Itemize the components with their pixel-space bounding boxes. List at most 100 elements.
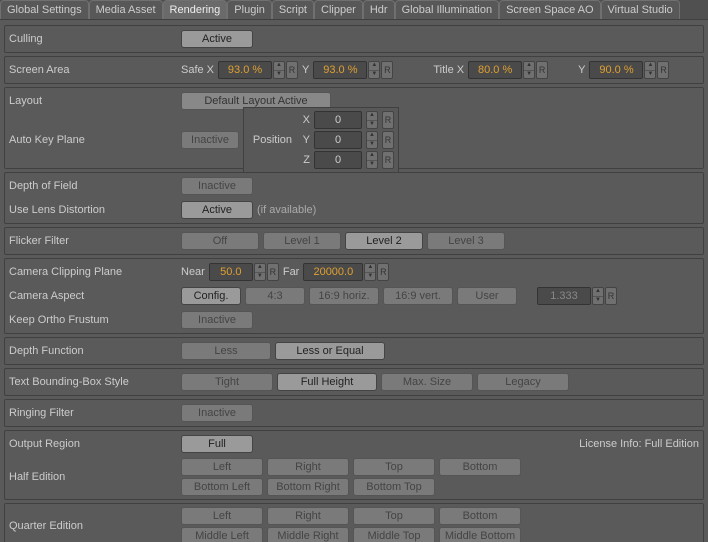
tab-clipper[interactable]: Clipper — [314, 0, 363, 19]
title-x-reset[interactable]: R — [536, 61, 548, 79]
q-top[interactable]: Top — [353, 507, 435, 525]
title-x-spinner[interactable]: ▲▼ — [523, 61, 535, 79]
pos-z-input[interactable]: 0 — [314, 151, 362, 169]
flicker-off[interactable]: Off — [181, 232, 259, 250]
q-mt[interactable]: Middle Top — [353, 527, 435, 542]
safe-y-reset[interactable]: R — [381, 61, 393, 79]
depth-less[interactable]: Less — [181, 342, 271, 360]
lens-dist-note: (if available) — [257, 204, 316, 216]
safe-x-spinner[interactable]: ▲▼ — [273, 61, 285, 79]
up-icon[interactable]: ▲ — [274, 62, 284, 71]
pos-y-reset[interactable]: R — [382, 131, 394, 149]
half-top[interactable]: Top — [353, 458, 435, 476]
near-input[interactable]: 50.0 — [209, 263, 253, 281]
safe-y-spinner[interactable]: ▲▼ — [368, 61, 380, 79]
aspect-spinner[interactable]: ▲▼ — [592, 287, 604, 305]
flicker-l3[interactable]: Level 3 — [427, 232, 505, 250]
title-y-input[interactable]: 90.0 % — [589, 61, 643, 79]
aspect-config[interactable]: Config. — [181, 287, 241, 305]
tab-global-settings[interactable]: Global Settings — [0, 0, 89, 19]
tab-media-asset[interactable]: Media Asset — [89, 0, 163, 19]
pos-z-spinner[interactable]: ▲▼ — [366, 151, 378, 169]
down-icon[interactable]: ▼ — [367, 141, 377, 149]
half-bl[interactable]: Bottom Left — [181, 478, 263, 496]
up-icon[interactable]: ▲ — [367, 112, 377, 121]
title-y-label: Y — [578, 64, 585, 76]
pos-x-reset[interactable]: R — [382, 111, 394, 129]
tab-virtual-studio[interactable]: Virtual Studio — [601, 0, 680, 19]
up-icon[interactable]: ▲ — [369, 62, 379, 71]
down-icon[interactable]: ▼ — [365, 273, 375, 281]
textbb-tight[interactable]: Tight — [181, 373, 273, 391]
flicker-l2[interactable]: Level 2 — [345, 232, 423, 250]
far-input[interactable]: 20000.0 — [303, 263, 363, 281]
autokey-state[interactable]: Inactive — [181, 131, 239, 149]
flicker-l1[interactable]: Level 1 — [263, 232, 341, 250]
pos-x-input[interactable]: 0 — [314, 111, 362, 129]
far-spinner[interactable]: ▲▼ — [364, 263, 376, 281]
up-icon[interactable]: ▲ — [645, 62, 655, 71]
aspect-169v[interactable]: 16:9 vert. — [383, 287, 453, 305]
far-reset[interactable]: R — [377, 263, 389, 281]
aspect-169h[interactable]: 16:9 horiz. — [309, 287, 379, 305]
down-icon[interactable]: ▼ — [524, 71, 534, 79]
aspect-43[interactable]: 4:3 — [245, 287, 305, 305]
up-icon[interactable]: ▲ — [367, 132, 377, 141]
up-icon[interactable]: ▲ — [255, 264, 265, 273]
near-spinner[interactable]: ▲▼ — [254, 263, 266, 281]
ortho-button[interactable]: Inactive — [181, 311, 253, 329]
down-icon[interactable]: ▼ — [367, 161, 377, 169]
aspect-value[interactable]: 1.333 — [537, 287, 591, 305]
pos-z-reset[interactable]: R — [382, 151, 394, 169]
q-right[interactable]: Right — [267, 507, 349, 525]
aspect-reset[interactable]: R — [605, 287, 617, 305]
ringing-button[interactable]: Inactive — [181, 404, 253, 422]
down-icon[interactable]: ▼ — [593, 297, 603, 305]
half-bottom[interactable]: Bottom — [439, 458, 521, 476]
textbb-max[interactable]: Max. Size — [381, 373, 473, 391]
title-x-input[interactable]: 80.0 % — [468, 61, 522, 79]
dof-button[interactable]: Inactive — [181, 177, 253, 195]
culling-button[interactable]: Active — [181, 30, 253, 48]
pos-y-input[interactable]: 0 — [314, 131, 362, 149]
pos-y-spinner[interactable]: ▲▼ — [366, 131, 378, 149]
up-icon[interactable]: ▲ — [524, 62, 534, 71]
lens-dist-button[interactable]: Active — [181, 201, 253, 219]
up-icon[interactable]: ▲ — [593, 288, 603, 297]
tab-global-illumination[interactable]: Global Illumination — [395, 0, 500, 19]
half-bt[interactable]: Bottom Top — [353, 478, 435, 496]
q-ml[interactable]: Middle Left — [181, 527, 263, 542]
near-reset[interactable]: R — [267, 263, 279, 281]
down-icon[interactable]: ▼ — [255, 273, 265, 281]
title-y-spinner[interactable]: ▲▼ — [644, 61, 656, 79]
tab-rendering[interactable]: Rendering — [163, 0, 228, 19]
depth-lessequal[interactable]: Less or Equal — [275, 342, 385, 360]
up-icon[interactable]: ▲ — [365, 264, 375, 273]
output-full[interactable]: Full — [181, 435, 253, 453]
safe-y-input[interactable]: 93.0 % — [313, 61, 367, 79]
safe-x-reset[interactable]: R — [286, 61, 298, 79]
half-left[interactable]: Left — [181, 458, 263, 476]
tab-bar: Global Settings Media Asset Rendering Pl… — [0, 0, 708, 20]
title-y-reset[interactable]: R — [657, 61, 669, 79]
textbb-full[interactable]: Full Height — [277, 373, 377, 391]
q-bottom[interactable]: Bottom — [439, 507, 521, 525]
down-icon[interactable]: ▼ — [274, 71, 284, 79]
down-icon[interactable]: ▼ — [645, 71, 655, 79]
half-right[interactable]: Right — [267, 458, 349, 476]
tab-screen-space-ao[interactable]: Screen Space AO — [499, 0, 600, 19]
pos-x-spinner[interactable]: ▲▼ — [366, 111, 378, 129]
q-mr[interactable]: Middle Right — [267, 527, 349, 542]
down-icon[interactable]: ▼ — [367, 121, 377, 129]
aspect-user[interactable]: User — [457, 287, 517, 305]
tab-script[interactable]: Script — [272, 0, 314, 19]
tab-plugin[interactable]: Plugin — [227, 0, 272, 19]
q-mb[interactable]: Middle Bottom — [439, 527, 521, 542]
q-left[interactable]: Left — [181, 507, 263, 525]
tab-hdr[interactable]: Hdr — [363, 0, 395, 19]
down-icon[interactable]: ▼ — [369, 71, 379, 79]
half-br[interactable]: Bottom Right — [267, 478, 349, 496]
textbb-legacy[interactable]: Legacy — [477, 373, 569, 391]
up-icon[interactable]: ▲ — [367, 152, 377, 161]
safe-x-input[interactable]: 93.0 % — [218, 61, 272, 79]
